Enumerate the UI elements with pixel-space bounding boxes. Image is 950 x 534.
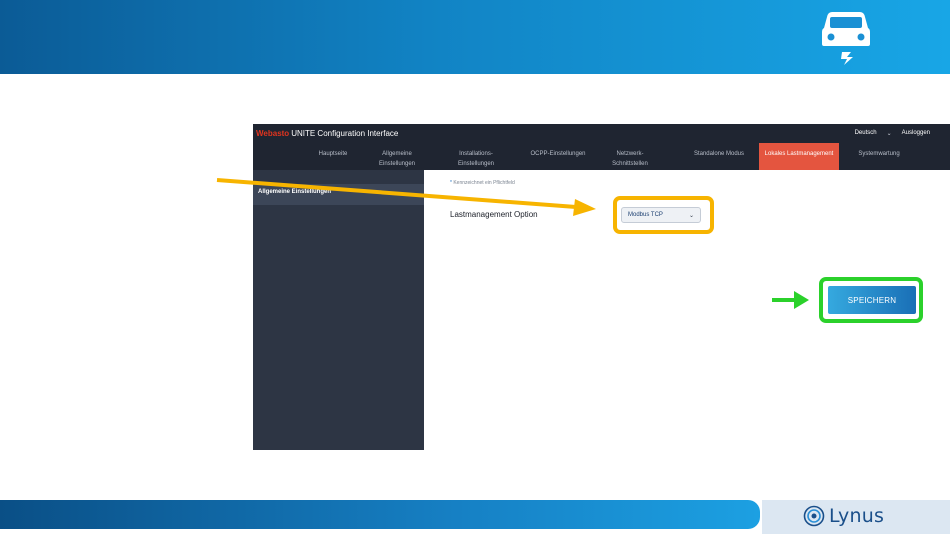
app-header: Webasto UNITE Configuration Interface De… [253, 124, 950, 170]
tab-standalone-modus[interactable]: Standalone Modus [673, 143, 765, 170]
required-note-text: Kennzeichnet ein Pflichtfeld [453, 180, 515, 186]
tab-lokales-lastmanagement[interactable]: Lokales Lastmanagement [759, 143, 839, 170]
chevron-down-icon[interactable]: ⌄ [887, 130, 892, 137]
logout-link[interactable]: Ausloggen [902, 130, 930, 136]
language-select[interactable]: Deutsch [855, 130, 877, 136]
bottom-banner [0, 500, 760, 529]
tab-netzwerk-schnittstellen[interactable]: Netzwerk- Schnittstellen [602, 143, 658, 170]
lynus-ring-icon [803, 505, 825, 527]
lynus-logo: Lynus [803, 503, 884, 529]
header-right: Deutsch ⌄ Ausloggen [855, 127, 930, 139]
tab-installations-einstellungen[interactable]: Installations- Einstellungen [448, 143, 504, 170]
brand: Webasto UNITE Configuration Interface [256, 127, 398, 139]
sidebar-item-allgemeine-einstellungen[interactable]: Allgemeine Einstellungen [253, 184, 424, 205]
slide: Lynus Webasto UNITE Configuration Interf… [0, 0, 950, 534]
save-button[interactable]: SPEICHERN [828, 286, 916, 314]
tab-systemwartung[interactable]: Systemwartung [841, 143, 917, 170]
brand-logo: Webasto [256, 128, 290, 138]
app-title: UNITE Configuration Interface [291, 128, 399, 138]
top-banner [0, 0, 950, 74]
tab-allgemeine-einstellungen[interactable]: Allgemeine Einstellungen [367, 143, 427, 170]
lastmanagement-option-label: Lastmanagement Option [450, 210, 538, 219]
dropdown-highlight [613, 196, 714, 234]
main-nav: Hauptseite Allgemeine Einstellungen Inst… [253, 143, 950, 170]
required-note: * Kennzeichnet ein Pflichtfeld [450, 180, 515, 186]
tab-ocpp-einstellungen[interactable]: OCPP-Einstellungen [516, 143, 600, 170]
sidebar: Allgemeine Einstellungen [253, 170, 424, 450]
car-charging-icon [822, 12, 870, 65]
required-star-icon: * [450, 180, 452, 186]
logo-text: Lynus [829, 505, 885, 527]
